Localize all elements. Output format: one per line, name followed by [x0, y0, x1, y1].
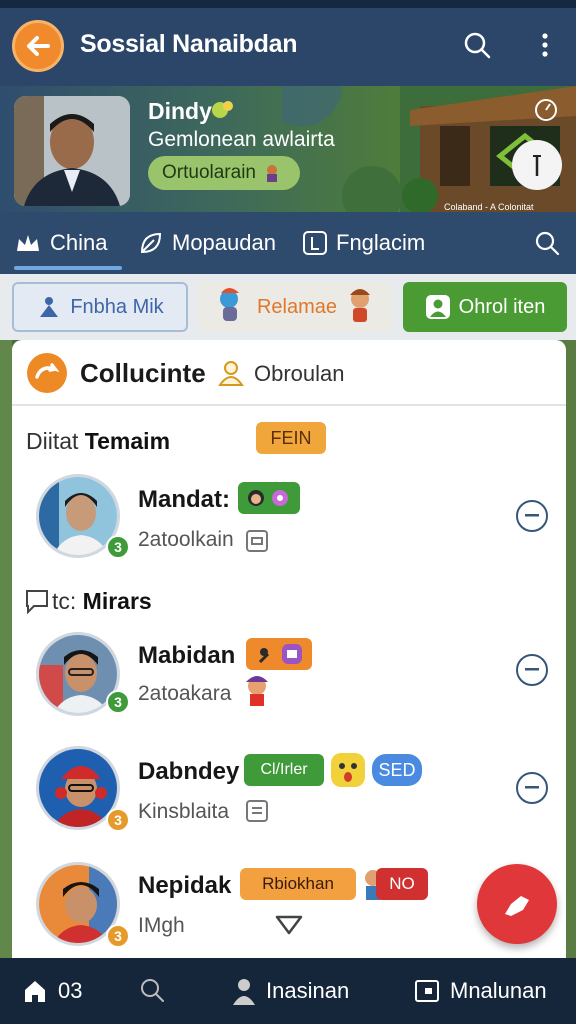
emoji-tag — [238, 482, 300, 514]
status-tag: Rbiokhan — [240, 868, 356, 900]
tab-mopaudan[interactable]: Mopaudan — [138, 212, 276, 274]
chat-icon — [26, 590, 48, 614]
fein-tag[interactable]: FEIN — [256, 422, 326, 454]
person-name: Dabndey — [138, 758, 240, 785]
person-name: Mabidan — [138, 642, 236, 669]
refresh-icon[interactable] — [24, 350, 70, 396]
relamae-button[interactable]: Relamae — [198, 282, 392, 332]
level-badge: 3 — [106, 808, 130, 832]
ohrol-label: Ohrol iten — [458, 295, 546, 318]
profile-photo[interactable] — [14, 96, 130, 206]
nav-profile[interactable]: Inasinan — [232, 958, 349, 1024]
edit-icon — [505, 896, 529, 916]
nav-search-icon[interactable] — [138, 976, 166, 1004]
dropdown-triangle-icon[interactable] — [274, 914, 304, 936]
remove-friend-button[interactable] — [516, 654, 548, 686]
tab-label: Fnglacim — [336, 230, 426, 255]
nav-label: 03 — [58, 978, 83, 1003]
remove-friend-button[interactable] — [516, 500, 548, 532]
figure-icon — [40, 297, 59, 317]
nav-home[interactable]: 03 — [22, 958, 82, 1024]
person-sub: Kinsblaita — [138, 800, 230, 823]
app-title: Sossial Nanaibdan — [80, 30, 298, 58]
relamae-label: Relamae — [256, 295, 338, 318]
nav-label: Mnalunan — [450, 978, 547, 1003]
user-icon — [218, 361, 244, 386]
compose-fab[interactable] — [477, 864, 557, 944]
more-vert-icon[interactable] — [530, 30, 560, 60]
bookmark-box-icon — [303, 231, 327, 255]
card-title: Collucinte — [80, 358, 206, 388]
character-icon — [267, 165, 277, 182]
person-sub: 2atoolkain — [138, 528, 234, 551]
person-name: Mandat: — [138, 486, 230, 513]
person-sub: IMgh — [138, 914, 185, 937]
fnbha-button[interactable]: Fnbha Mik — [12, 282, 188, 332]
minus-icon — [525, 786, 539, 789]
card-subtitle: Obroulan — [254, 361, 345, 386]
tab-china[interactable]: China — [14, 212, 123, 274]
section-prefix: Diitat — [26, 428, 85, 454]
nav-messages[interactable]: Mnalunan — [414, 958, 547, 1024]
card-header: Collucinte Obroulan — [12, 340, 566, 406]
level-badge: 3 — [106, 535, 130, 559]
level-badge: 3 — [106, 924, 130, 948]
status-tag: SED — [372, 754, 422, 786]
bottom-nav: 03 Inasinan Mnalunan — [0, 958, 576, 1024]
info-icon — [533, 155, 541, 176]
leaf-icon — [140, 232, 162, 254]
section-prefix: tc: — [52, 588, 83, 614]
action-row: Fnbha Mik Relamae Ohrol iten — [0, 274, 576, 340]
search-icon[interactable] — [462, 30, 492, 60]
person-portrait — [14, 96, 130, 206]
emoji-icon — [331, 753, 365, 787]
emoji-tag — [246, 638, 312, 670]
tab-label: Mopaudan — [172, 230, 276, 255]
status-tag: Cl/Irler — [244, 754, 324, 786]
character-icon — [246, 676, 268, 706]
sprite-icon — [212, 101, 233, 118]
minus-icon — [525, 668, 539, 671]
arrow-left-icon — [27, 36, 50, 56]
nav-tabs: China Mopaudan Fnglacim — [0, 212, 576, 274]
tab-fnglacim[interactable]: Fnglacim — [302, 212, 425, 274]
section-header-temaim: Diitat Temaim — [26, 428, 170, 455]
friends-card: Collucinte Obroulan Diitat Temaim FEIN 3… — [12, 340, 566, 960]
nav-label: Inasinan — [266, 978, 350, 1003]
characters-icon — [258, 644, 302, 664]
level-badge: 3 — [106, 690, 130, 714]
section-title: Temaim — [84, 428, 171, 454]
clipboard-icon — [246, 530, 268, 552]
tab-search-icon[interactable] — [533, 229, 561, 257]
crown-icon — [17, 235, 39, 251]
clipboard-icon — [246, 800, 268, 822]
character-icon — [350, 289, 371, 322]
scene-edge-left — [0, 340, 12, 960]
profile-pill-label: Ortuolarain — [162, 162, 256, 183]
status-tag: NO — [376, 868, 428, 900]
info-button[interactable] — [512, 140, 562, 190]
image-credit: Colaband - A Colonitat — [444, 202, 534, 212]
profile-name: Dindy — [148, 98, 212, 124]
profile-status-pill[interactable]: Ortuolarain — [148, 156, 300, 190]
back-button[interactable] — [12, 20, 64, 72]
person-name: Nepidak — [138, 872, 232, 899]
tab-label: China — [50, 230, 108, 255]
fnbha-label: Fnbha Mik — [70, 295, 164, 318]
person-icon — [233, 979, 255, 1005]
section-header-mirars: tc: Mirars — [52, 588, 152, 615]
section-title: Mirars — [82, 588, 152, 614]
home-icon — [25, 981, 45, 1002]
remove-friend-button[interactable] — [516, 772, 548, 804]
profile-subtitle: Gemlonean awlairta — [148, 128, 335, 151]
minus-icon — [525, 514, 539, 517]
timer-icon[interactable] — [533, 96, 559, 122]
app-bar: Sossial Nanaibdan — [0, 0, 576, 86]
ohrol-button[interactable]: Ohrol iten — [403, 282, 567, 332]
characters-icon — [248, 490, 288, 506]
user-add-icon — [425, 295, 450, 319]
person-sub: 2atoakara — [138, 682, 232, 705]
robot-character-icon — [219, 288, 239, 321]
inbox-icon — [415, 980, 439, 1002]
